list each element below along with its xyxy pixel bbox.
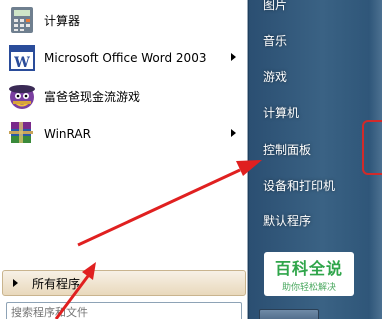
- all-programs-label: 所有程序: [32, 276, 81, 291]
- watermark-title: 百科全说: [274, 259, 343, 278]
- program-item-word[interactable]: W Microsoft Office Word 2003: [2, 40, 242, 76]
- start-menu-programs-panel: 计算器 W Microsoft Office Word 2003 富爸爸现金流游…: [0, 0, 248, 319]
- program-label: 计算器: [44, 13, 81, 28]
- program-label: WinRAR: [44, 127, 91, 141]
- submenu-arrow-icon: [231, 53, 236, 61]
- places-item-default-programs[interactable]: 默认程序: [255, 208, 367, 234]
- places-item-music[interactable]: 音乐: [255, 28, 367, 54]
- program-item-cashflow-game[interactable]: 富爸爸现金流游戏: [2, 78, 242, 114]
- all-programs-button[interactable]: 所有程序: [2, 270, 246, 296]
- game-icon: [6, 80, 38, 112]
- all-programs-arrow-icon: [13, 279, 18, 287]
- places-item-devices-printers[interactable]: 设备和打印机: [255, 173, 367, 199]
- word-icon: W: [6, 42, 38, 74]
- calculator-icon: [6, 4, 38, 36]
- program-label: 富爸爸现金流游戏: [44, 89, 141, 104]
- places-item-control-panel[interactable]: 控制面板: [255, 137, 367, 163]
- program-item-winrar[interactable]: WinRAR: [2, 116, 242, 152]
- shutdown-button[interactable]: [259, 309, 319, 319]
- places-item-computer[interactable]: 计算机: [255, 100, 367, 126]
- winrar-icon: [6, 118, 38, 150]
- watermark-logo: 百科全说 助你轻松解决: [264, 252, 354, 296]
- places-item-pictures[interactable]: 图片: [255, 0, 367, 18]
- program-label: Microsoft Office Word 2003: [44, 51, 207, 65]
- places-item-games[interactable]: 游戏: [255, 64, 367, 90]
- svg-text:W: W: [13, 55, 30, 71]
- submenu-arrow-icon: [231, 129, 236, 137]
- watermark-subtitle: 助你轻松解决: [281, 283, 336, 293]
- search-input[interactable]: [6, 302, 242, 319]
- program-item-calculator[interactable]: 计算器: [2, 2, 242, 38]
- highlight-frame: [362, 120, 382, 175]
